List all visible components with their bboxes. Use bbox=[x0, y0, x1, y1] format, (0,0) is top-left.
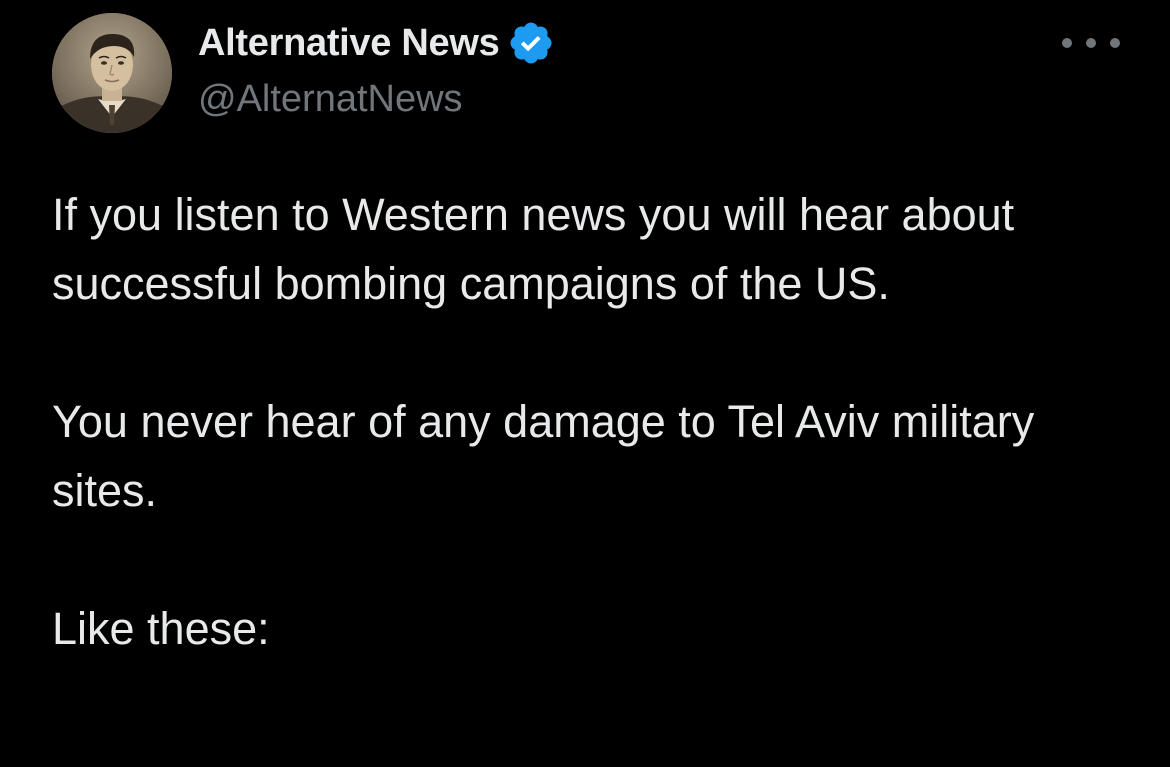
author-name[interactable]: Alternative News bbox=[198, 22, 500, 65]
tweet-paragraph: You never hear of any damage to Tel Aviv… bbox=[52, 396, 1035, 516]
avatar[interactable] bbox=[52, 13, 172, 133]
verified-check-badge-icon bbox=[507, 19, 555, 67]
author-name-row[interactable]: Alternative News bbox=[198, 18, 555, 68]
tweet-text: If you listen to Western news you will h… bbox=[52, 180, 1132, 663]
tweet-paragraph: If you listen to Western news you will h… bbox=[52, 189, 1015, 309]
more-options-button[interactable] bbox=[1062, 28, 1120, 58]
author-handle[interactable]: @AlternatNews bbox=[198, 78, 463, 121]
tweet-card: Alternative News @AlternatNews If you li… bbox=[0, 0, 1170, 767]
more-options-icon bbox=[1110, 38, 1120, 48]
more-options-icon bbox=[1086, 38, 1096, 48]
tweet-paragraph: Like these: bbox=[52, 603, 270, 654]
avatar-portrait-image bbox=[52, 13, 172, 133]
more-options-icon bbox=[1062, 38, 1072, 48]
